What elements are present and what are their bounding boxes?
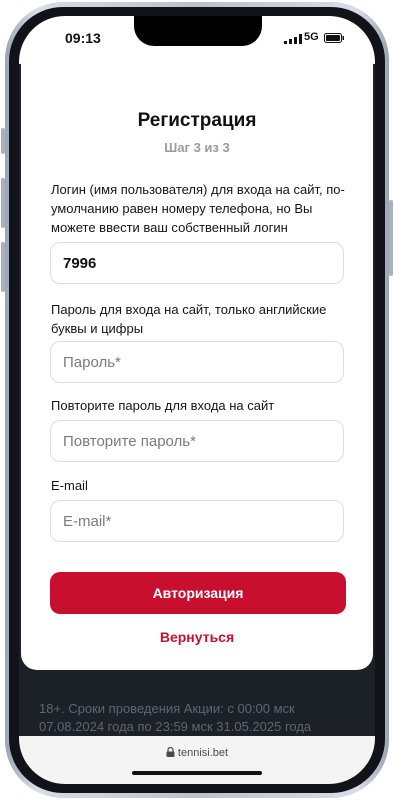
network-type: 5G — [304, 31, 319, 43]
login-label: Логин (имя пользователя) для входа на са… — [51, 182, 345, 235]
password-label: Пароль для входа на сайт, только английс… — [51, 302, 327, 336]
lock-icon — [166, 747, 175, 757]
status-time: 09:13 — [65, 30, 101, 46]
status-bar: 09:13 5G — [19, 16, 375, 64]
browser-address-bar[interactable]: tennisi.bet — [19, 736, 375, 784]
back-link[interactable]: Вернуться — [21, 629, 373, 645]
step-indicator: Шаг 3 из 3 — [164, 140, 230, 155]
volume-down-button — [1, 242, 5, 292]
password-repeat-input[interactable] — [50, 420, 344, 462]
email-label: E-mail — [51, 478, 88, 493]
battery-icon — [324, 33, 344, 43]
password-repeat-label: Повторите пароль для входа на сайт — [51, 398, 275, 413]
url-display[interactable]: tennisi.bet — [19, 747, 375, 759]
device-mockup: 09:13 5G Регистрация Шаг 3 из 3 Логин (и… — [0, 0, 394, 800]
page-title: Регистрация — [137, 110, 257, 131]
signal-icon — [284, 34, 302, 44]
url-text: tennisi.bet — [177, 747, 229, 759]
promo-disclaimer: 18+. Сроки проведения Акции: с 00:00 мск… — [39, 701, 312, 734]
phone-screen: 09:13 5G Регистрация Шаг 3 из 3 Логин (и… — [19, 16, 375, 784]
password-input[interactable] — [50, 341, 344, 383]
authorization-button[interactable]: Авторизация — [50, 572, 346, 614]
power-button — [389, 200, 393, 276]
login-input[interactable] — [50, 242, 344, 284]
home-indicator — [132, 771, 262, 775]
camera-notch — [134, 16, 262, 46]
email-input[interactable] — [50, 500, 344, 542]
volume-up-button — [1, 178, 5, 228]
silent-switch — [1, 128, 5, 154]
registration-modal: Регистрация Шаг 3 из 3 Логин (имя пользо… — [21, 64, 373, 670]
